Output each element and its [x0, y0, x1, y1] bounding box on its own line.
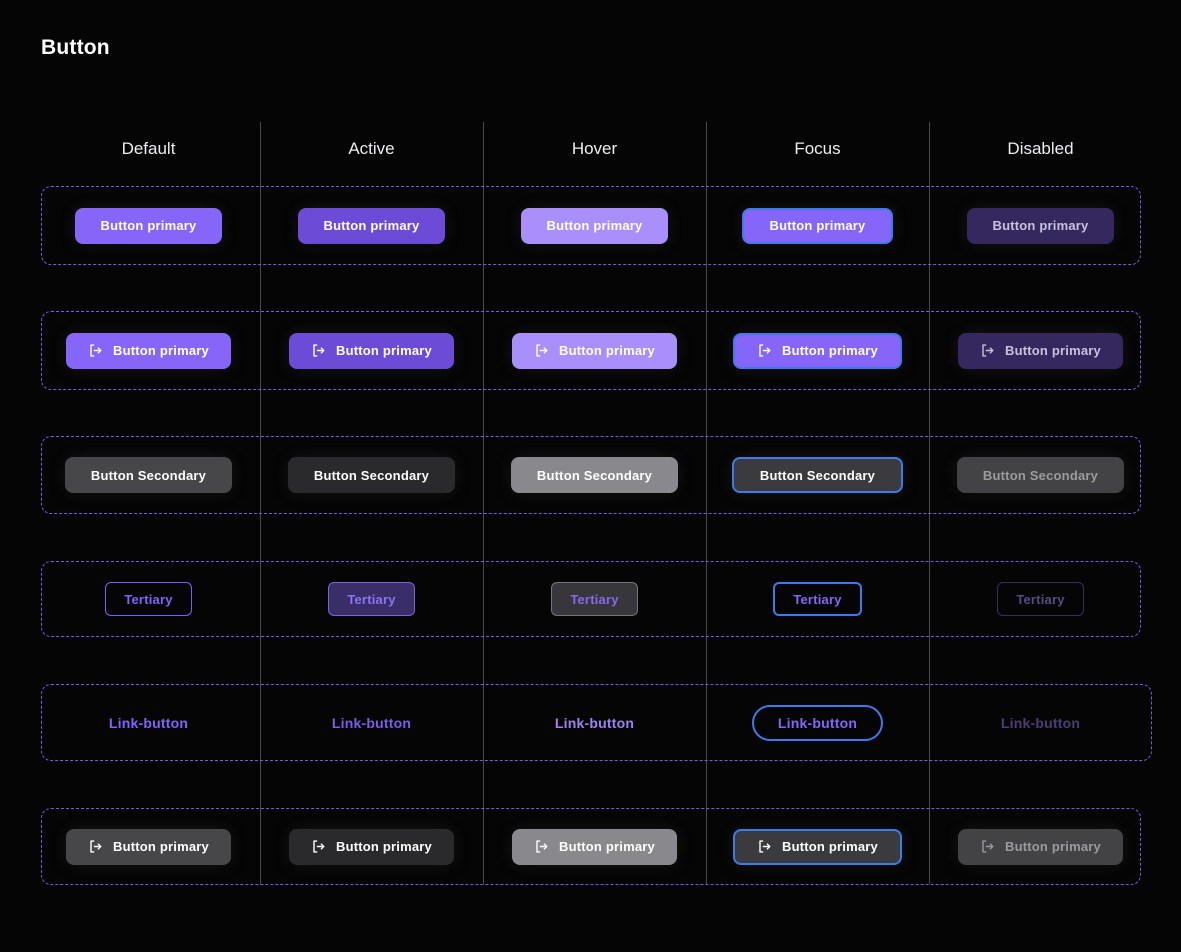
enter-arrow-icon: [757, 343, 772, 358]
enter-arrow-icon: [534, 343, 549, 358]
primary-icon-button-default[interactable]: Button primary: [66, 333, 231, 369]
primary-icon-button-focus[interactable]: Button primary: [733, 333, 902, 369]
enter-arrow-icon: [757, 839, 772, 854]
row-tertiary: Tertiary Tertiary Tertiary Tertiary Tert…: [37, 561, 1152, 637]
secondary-button-hover[interactable]: Button Secondary: [511, 457, 678, 493]
secondary-button-default[interactable]: Button Secondary: [65, 457, 232, 493]
tertiary-button-hover[interactable]: Tertiary: [551, 582, 637, 616]
primary-button-default[interactable]: Button primary: [75, 208, 223, 244]
secondary-icon-button-disabled[interactable]: Button primary: [958, 829, 1123, 865]
secondary-button-disabled[interactable]: Button Secondary: [957, 457, 1124, 493]
row-primary: Button primary Button primary Button pri…: [37, 186, 1152, 265]
secondary-icon-button-default[interactable]: Button primary: [66, 829, 231, 865]
page-title: Button: [41, 36, 110, 60]
enter-arrow-icon: [311, 343, 326, 358]
tertiary-button-disabled[interactable]: Tertiary: [997, 582, 1083, 616]
row-primary-icon: Button primary Button primary Button pri…: [37, 311, 1152, 390]
primary-button-disabled[interactable]: Button primary: [967, 208, 1115, 244]
row-secondary: Button Secondary Button Secondary Button…: [37, 436, 1152, 514]
secondary-icon-button-focus[interactable]: Button primary: [733, 829, 902, 865]
secondary-icon-button-active[interactable]: Button primary: [289, 829, 454, 865]
link-button-hover[interactable]: Link-button: [549, 711, 640, 735]
link-button-disabled[interactable]: Link-button: [995, 711, 1086, 735]
link-button-default[interactable]: Link-button: [103, 711, 194, 735]
primary-button-active[interactable]: Button primary: [298, 208, 446, 244]
tertiary-button-focus[interactable]: Tertiary: [773, 582, 861, 616]
tertiary-button-active[interactable]: Tertiary: [328, 582, 414, 616]
primary-button-hover[interactable]: Button primary: [521, 208, 669, 244]
enter-arrow-icon: [88, 343, 103, 358]
design-canvas: Button Default Active Hover Focus Disabl…: [0, 0, 1181, 952]
primary-icon-button-disabled[interactable]: Button primary: [958, 333, 1123, 369]
enter-arrow-icon: [534, 839, 549, 854]
column-header-hover: Hover: [483, 139, 706, 159]
state-column-headers: Default Active Hover Focus Disabled: [37, 139, 1152, 159]
enter-arrow-icon: [980, 839, 995, 854]
link-button-active[interactable]: Link-button: [326, 711, 417, 735]
column-header-focus: Focus: [706, 139, 929, 159]
enter-arrow-icon: [88, 839, 103, 854]
row-link: Link-button Link-button Link-button Link…: [37, 684, 1152, 761]
enter-arrow-icon: [311, 839, 326, 854]
link-button-focus[interactable]: Link-button: [752, 705, 883, 741]
tertiary-button-default[interactable]: Tertiary: [105, 582, 191, 616]
primary-icon-button-hover[interactable]: Button primary: [512, 333, 677, 369]
row-secondary-icon: Button primary Button primary Button pri…: [37, 808, 1152, 885]
secondary-icon-button-hover[interactable]: Button primary: [512, 829, 677, 865]
enter-arrow-icon: [980, 343, 995, 358]
column-header-disabled: Disabled: [929, 139, 1152, 159]
primary-icon-button-active[interactable]: Button primary: [289, 333, 454, 369]
column-header-default: Default: [37, 139, 260, 159]
column-header-active: Active: [260, 139, 483, 159]
secondary-button-focus[interactable]: Button Secondary: [732, 457, 903, 493]
secondary-button-active[interactable]: Button Secondary: [288, 457, 455, 493]
primary-button-focus[interactable]: Button primary: [742, 208, 894, 244]
